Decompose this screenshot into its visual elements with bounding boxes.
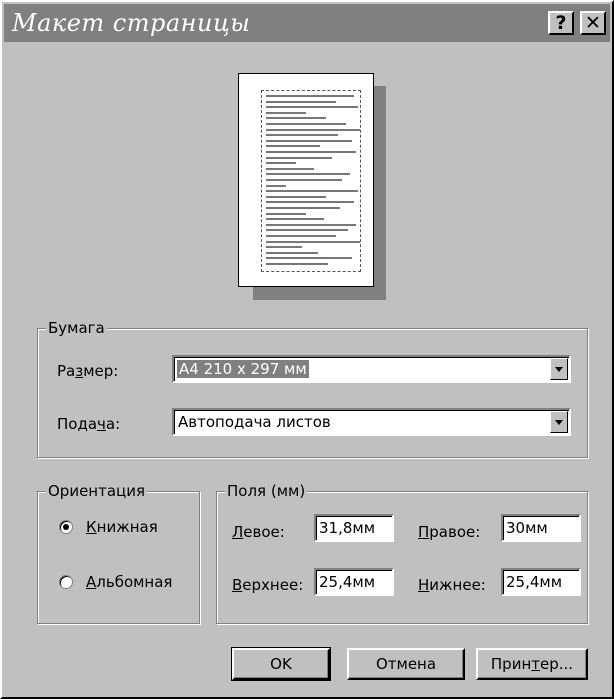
margins-group-label: Поля (мм) xyxy=(225,482,308,500)
bottom-margin-input[interactable]: 25,4мм xyxy=(501,568,581,596)
preview-text-line xyxy=(266,106,358,109)
preview-text-line xyxy=(266,201,354,204)
preview-text-line xyxy=(266,111,306,114)
size-value: A4 210 x 297 мм xyxy=(177,360,309,378)
portrait-radio[interactable] xyxy=(59,520,73,534)
page-preview-margins xyxy=(261,90,361,272)
preview-text-line xyxy=(266,246,302,249)
preview-text-line xyxy=(266,162,296,165)
source-value: Автоподача листов xyxy=(178,413,331,431)
preview-text-line xyxy=(266,184,286,187)
left-margin-input[interactable]: 31,8мм xyxy=(314,514,394,542)
preview-text-line xyxy=(266,212,306,215)
preview-text-line xyxy=(266,95,354,97)
preview-text-line xyxy=(266,263,328,265)
margins-group: Поля (мм) xyxy=(216,482,588,624)
preview-text-line xyxy=(266,145,320,148)
close-button[interactable]: ✕ xyxy=(580,11,606,35)
page-preview xyxy=(238,73,374,287)
preview-text-line xyxy=(266,123,346,125)
portrait-label[interactable]: Книжная xyxy=(86,518,158,536)
orientation-group-label: Ориентация xyxy=(46,482,148,500)
preview-text-line xyxy=(266,235,336,237)
size-label: Размер: xyxy=(57,362,119,380)
landscape-label[interactable]: Альбомная xyxy=(86,573,172,591)
preview-text-line xyxy=(266,151,356,153)
preview-text-line xyxy=(266,240,360,243)
size-dropdown-button[interactable] xyxy=(550,358,568,380)
landscape-radio[interactable] xyxy=(59,575,73,589)
preview-text-line xyxy=(266,117,326,120)
help-icon: ? xyxy=(555,11,567,34)
preview-text-line xyxy=(266,223,356,226)
top-margin-input[interactable]: 25,4мм xyxy=(314,568,394,596)
source-label: Подача: xyxy=(57,415,121,433)
preview-text-line xyxy=(266,179,342,181)
right-margin-input[interactable]: 30мм xyxy=(501,514,581,542)
paper-group: Бумага xyxy=(37,319,588,458)
preview-text-line xyxy=(266,195,326,198)
paper-group-label: Бумага xyxy=(46,319,107,337)
orientation-group: Ориентация xyxy=(37,482,200,624)
source-select[interactable]: Автоподача листов xyxy=(172,408,571,436)
ok-button[interactable]: OK xyxy=(231,647,331,681)
chevron-down-icon xyxy=(555,366,563,372)
cancel-button[interactable]: Отмена xyxy=(347,648,465,680)
preview-text-line xyxy=(266,251,318,254)
radio-selected-dot xyxy=(63,524,69,530)
window-title: Макет страницы xyxy=(12,9,251,37)
title-bar[interactable]: Макет страницы ? ✕ xyxy=(4,4,610,42)
help-button[interactable]: ? xyxy=(548,11,574,35)
preview-text-line xyxy=(266,100,336,103)
preview-text-line xyxy=(266,218,324,221)
preview-text-line xyxy=(266,207,340,209)
preview-text-line xyxy=(266,139,352,142)
preview-text-line xyxy=(266,156,332,159)
size-select[interactable]: A4 210 x 297 мм xyxy=(172,355,571,383)
preview-text-line xyxy=(266,190,358,193)
source-dropdown-button[interactable] xyxy=(550,411,568,433)
close-icon: ✕ xyxy=(585,11,601,34)
top-margin-label: Верхнее: xyxy=(232,576,304,594)
right-margin-label: Правое: xyxy=(418,523,481,541)
preview-text-line xyxy=(266,167,314,170)
left-margin-label: Левое: xyxy=(232,523,285,541)
preview-text-line xyxy=(266,173,350,176)
printer-button[interactable]: Принтер... xyxy=(476,648,588,680)
bottom-margin-label: Нижнее: xyxy=(418,576,486,594)
preview-text-line xyxy=(266,229,348,232)
preview-text-line xyxy=(266,128,360,131)
preview-text-line xyxy=(266,134,338,137)
page-setup-dialog: Макет страницы ? ✕ Бумага Размер: A4 210… xyxy=(0,0,614,699)
chevron-down-icon xyxy=(555,419,563,425)
preview-text-line xyxy=(266,257,352,260)
